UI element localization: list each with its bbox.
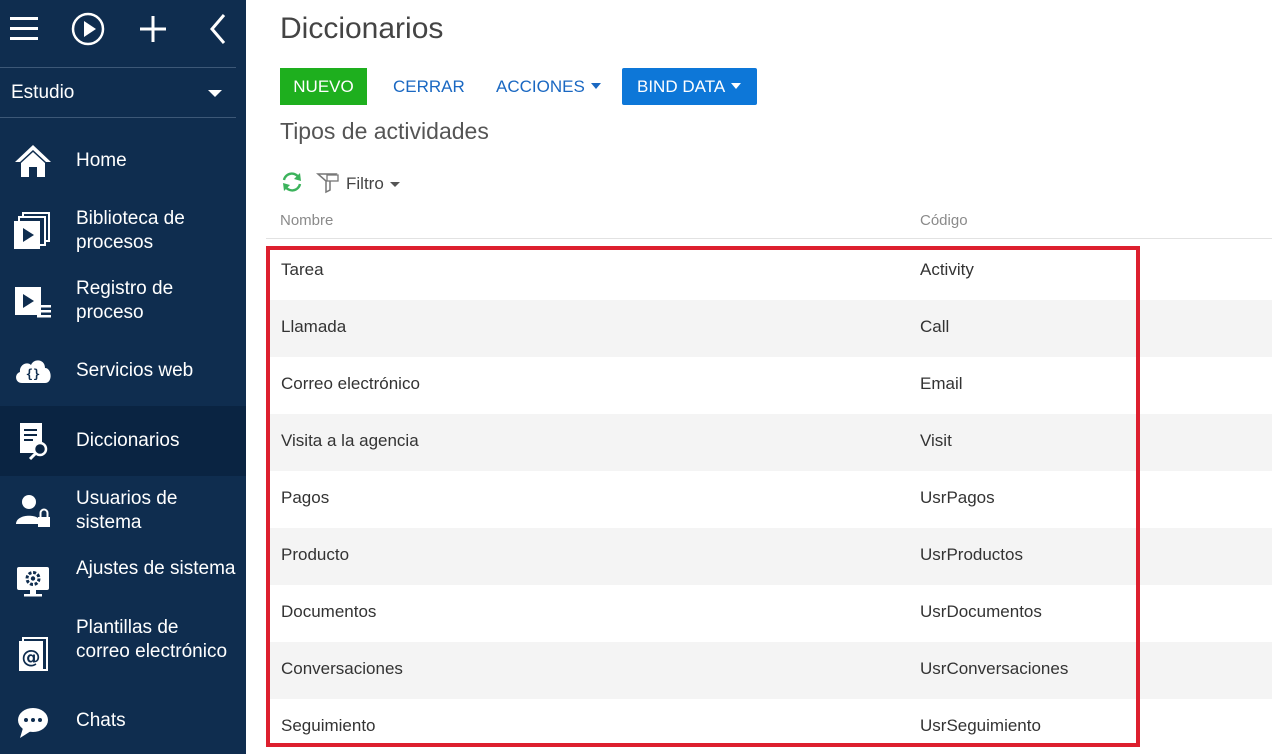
chats-icon (13, 702, 53, 742)
table-row[interactable]: Conversaciones UsrConversaciones (266, 642, 1272, 699)
cell-code: UsrPagos (920, 488, 995, 507)
sidebar-item-label: Usuarios de sistema (76, 488, 178, 533)
cell-name: Seguimiento (281, 716, 376, 735)
process-library-icon (13, 211, 53, 251)
cell-code: Email (920, 374, 963, 393)
close-button[interactable]: CERRAR (393, 68, 465, 105)
filter-button[interactable]: Filtro (316, 170, 416, 196)
chevron-down-icon (590, 83, 601, 89)
table-row[interactable]: Seguimiento UsrSeguimiento (266, 699, 1272, 756)
cell-code: UsrProductos (920, 545, 1023, 564)
sidebar-item-chats[interactable]: Chats (0, 696, 246, 754)
cell-code: Activity (920, 260, 974, 279)
refresh-icon[interactable] (280, 170, 304, 194)
cell-name: Llamada (281, 317, 347, 336)
cell-name: Pagos (281, 488, 330, 507)
sidebar-item-label: Diccionarios (76, 430, 180, 451)
sidebar-item-label: Plantillas de correo electrónico (76, 617, 228, 662)
sidebar: Estudio Home Biblioteca de procesos Regi… (0, 0, 246, 754)
sidebar-item-label: Registro de proceso (76, 278, 174, 323)
column-header-code[interactable]: Código (920, 212, 968, 229)
cell-name: Conversaciones (281, 659, 403, 678)
lookups-icon (13, 421, 53, 461)
workspace-selector[interactable]: Estudio (0, 68, 236, 118)
divider (0, 117, 236, 118)
table-row[interactable]: Pagos UsrPagos (266, 471, 1272, 528)
sidebar-item-process-library[interactable]: Biblioteca de procesos (0, 196, 246, 266)
chevron-down-icon (731, 83, 742, 89)
table-row[interactable]: Llamada Call (266, 300, 1272, 357)
section-title: Tipos de actividades (280, 118, 489, 144)
system-users-icon (13, 491, 53, 531)
sidebar-item-web-services[interactable]: {} Servicios web (0, 336, 246, 406)
cell-name: Visita a la agencia (281, 431, 419, 450)
main-content: Diccionarios NUEVO CERRAR ACCIONES BIND … (246, 0, 1272, 754)
table-row[interactable]: Producto UsrProductos (266, 528, 1272, 585)
column-header-name[interactable]: Nombre (280, 212, 333, 229)
filter-label: Filtro (346, 174, 384, 193)
sidebar-item-lookups[interactable]: Diccionarios (0, 406, 246, 476)
chevron-down-icon (390, 182, 400, 187)
actions-button-label: ACCIONES (496, 77, 585, 96)
sidebar-topbar (0, 0, 246, 58)
sidebar-item-home[interactable]: Home (0, 126, 246, 196)
filter-icon (316, 172, 340, 199)
system-settings-icon (13, 561, 53, 601)
svg-text:{}: {} (26, 367, 40, 381)
svg-text:@: @ (22, 646, 41, 668)
process-log-icon (13, 281, 53, 321)
sidebar-item-system-settings[interactable]: Ajustes de sistema (0, 546, 246, 616)
cell-code: UsrDocumentos (920, 602, 1042, 621)
sidebar-item-system-users[interactable]: Usuarios de sistema (0, 476, 246, 546)
workspace-label: Estudio (11, 82, 75, 103)
cell-name: Documentos (281, 602, 377, 621)
run-process-icon[interactable] (68, 9, 108, 49)
menu-icon[interactable] (4, 9, 44, 49)
bind-data-button[interactable]: BIND DATA (622, 68, 757, 105)
chevron-down-icon (208, 90, 222, 97)
sidebar-item-label: Home (76, 150, 127, 171)
table-row[interactable]: Correo electrónico Email (266, 357, 1272, 414)
cell-name: Producto (281, 545, 350, 564)
collapse-icon[interactable] (198, 9, 238, 49)
cell-code: Call (920, 317, 950, 336)
sidebar-item-process-log[interactable]: Registro de proceso (0, 266, 246, 336)
cell-code: UsrSeguimiento (920, 716, 1041, 735)
header-divider (266, 238, 1272, 239)
sidebar-item-label: Chats (76, 710, 126, 731)
new-button[interactable]: NUEVO (280, 68, 367, 105)
web-services-icon: {} (13, 351, 53, 391)
cell-name: Correo electrónico (281, 374, 420, 393)
bind-data-label: BIND DATA (637, 77, 726, 96)
cell-code: Visit (920, 431, 952, 450)
add-icon[interactable] (133, 9, 173, 49)
sidebar-item-label: Biblioteca de procesos (76, 208, 185, 253)
home-icon (13, 141, 53, 181)
actions-menu-button[interactable]: ACCIONES (496, 68, 601, 105)
cell-name: Tarea (281, 260, 324, 279)
close-button-label: CERRAR (393, 77, 465, 96)
sidebar-item-label: Servicios web (76, 360, 194, 381)
table-row[interactable]: Visita a la agencia Visit (266, 414, 1272, 471)
table-row[interactable]: Tarea Activity (266, 243, 1272, 300)
page-title: Diccionarios (280, 12, 444, 45)
email-templates-icon: @ (13, 634, 53, 674)
table-row[interactable]: Documentos UsrDocumentos (266, 585, 1272, 642)
cell-code: UsrConversaciones (920, 659, 1069, 678)
sidebar-item-label: Ajustes de sistema (76, 558, 236, 579)
sidebar-item-email-templates[interactable]: @ Plantillas de correo electrónico (0, 616, 246, 696)
